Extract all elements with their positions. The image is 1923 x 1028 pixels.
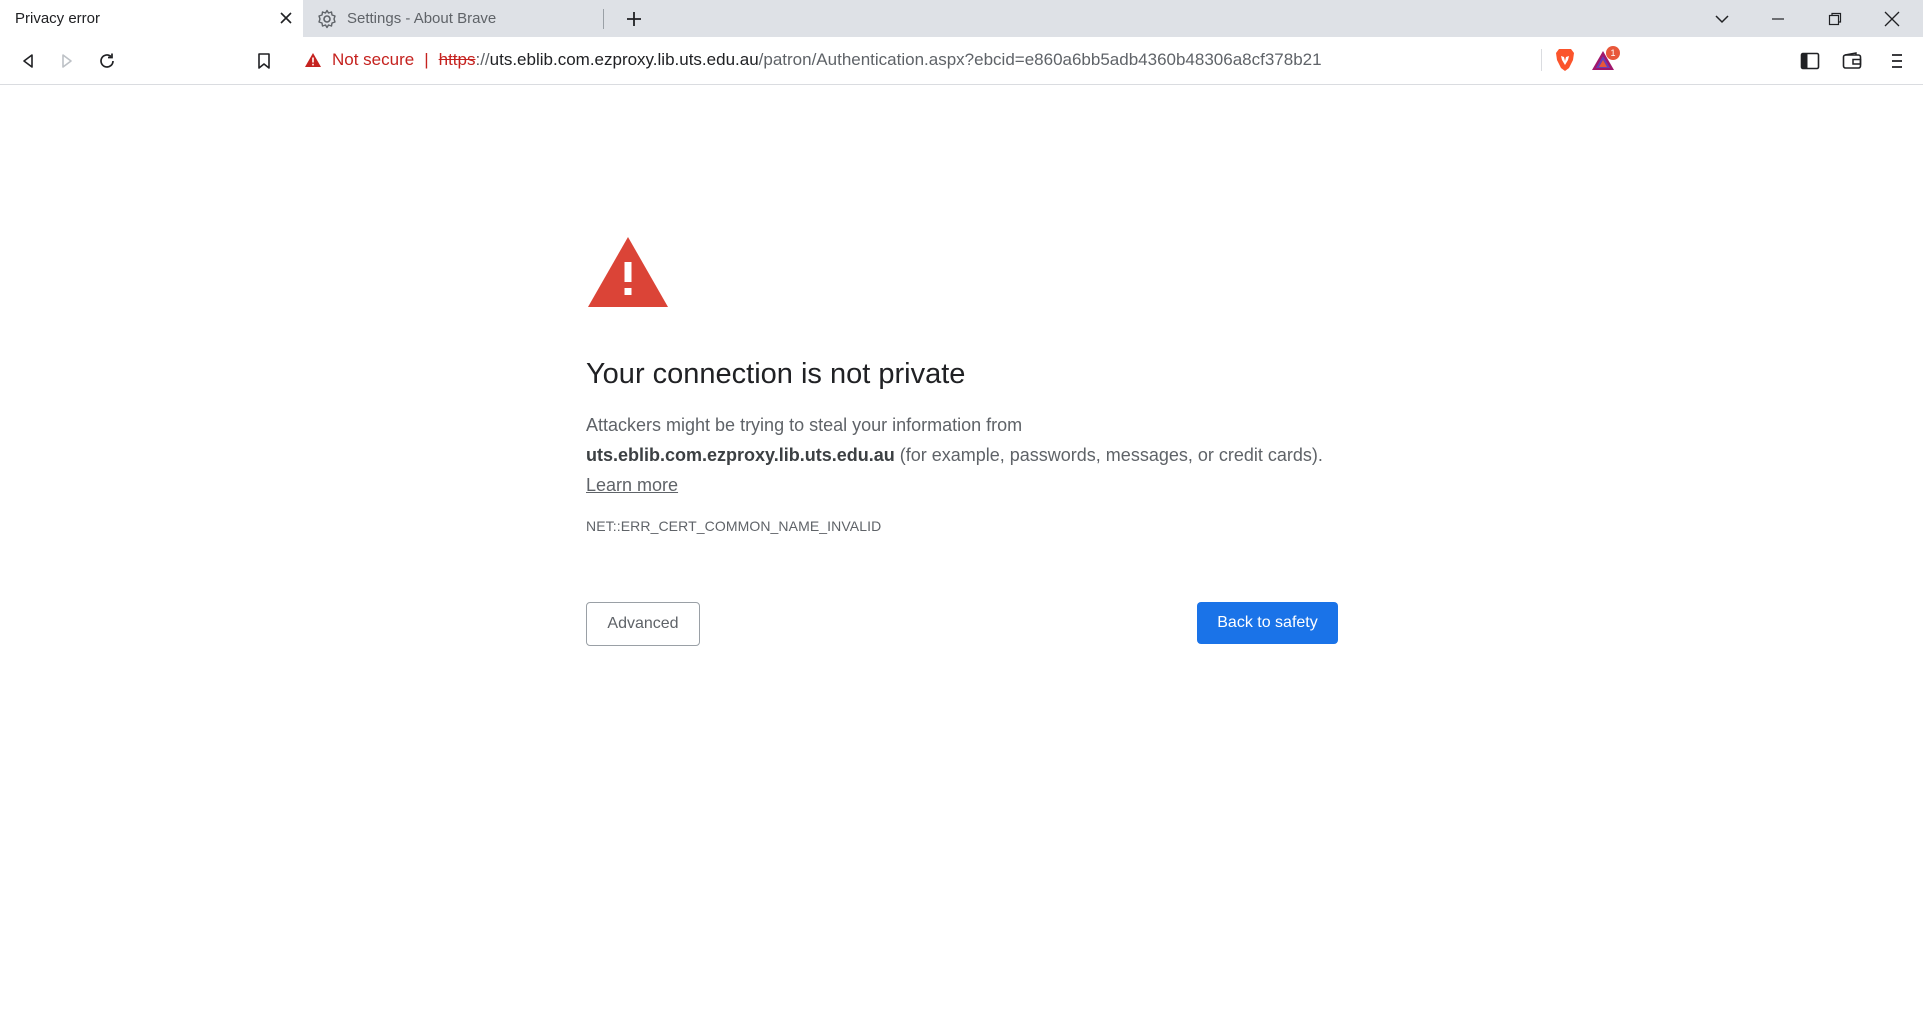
brave-shields-button[interactable] bbox=[1552, 47, 1578, 73]
site-hostname: uts.eblib.com.ezproxy.lib.uts.edu.au bbox=[586, 445, 895, 465]
url-scheme: https bbox=[438, 50, 476, 69]
forward-button[interactable] bbox=[52, 46, 82, 76]
address-bar-divider bbox=[1541, 49, 1542, 71]
close-window-button[interactable] bbox=[1869, 0, 1915, 37]
browser-toolbar: Not secure | https://uts.eblib.com.ezpro… bbox=[0, 37, 1923, 85]
explanation-prefix: Attackers might be trying to steal your … bbox=[586, 415, 1023, 435]
forward-icon bbox=[62, 54, 72, 68]
explanation-text: Attackers might be trying to steal your … bbox=[586, 410, 1338, 500]
bookmark-button[interactable] bbox=[249, 46, 279, 76]
wallet-icon bbox=[1842, 52, 1862, 69]
minimize-icon bbox=[1772, 17, 1784, 20]
security-separator: | bbox=[424, 50, 429, 69]
warning-icon[interactable] bbox=[304, 51, 322, 69]
learn-more-link[interactable]: Learn more bbox=[586, 475, 678, 495]
address-bar[interactable]: Not secure | https://uts.eblib.com.ezpro… bbox=[292, 43, 1629, 77]
rewards-badge: 1 bbox=[1606, 46, 1620, 60]
reload-button[interactable] bbox=[92, 46, 122, 76]
sidebar-button[interactable] bbox=[1795, 46, 1825, 76]
url-path: /patron/Authentication.aspx?ebcid=e860a6… bbox=[758, 50, 1322, 69]
error-code[interactable]: NET::ERR_CERT_COMMON_NAME_INVALID bbox=[586, 518, 1338, 534]
tab-settings-about-brave[interactable]: Settings - About Brave bbox=[305, 0, 603, 37]
explanation-suffix: (for example, passwords, messages, or cr… bbox=[899, 445, 1323, 465]
hamburger-menu-icon bbox=[1892, 54, 1902, 68]
tab-strip: Privacy error Settings - About Brave bbox=[0, 0, 1923, 37]
new-tab-button[interactable] bbox=[620, 5, 648, 33]
plus-icon bbox=[627, 12, 641, 26]
page-title: Your connection is not private bbox=[586, 358, 966, 390]
menu-button[interactable] bbox=[1881, 46, 1911, 76]
privacy-error-interstitial: Your connection is not private Attackers… bbox=[586, 235, 1338, 646]
security-status-label[interactable]: Not secure bbox=[332, 50, 414, 70]
reload-icon bbox=[100, 53, 114, 68]
brave-lion-icon bbox=[1556, 49, 1574, 71]
close-icon bbox=[1884, 11, 1900, 26]
tab-divider bbox=[603, 9, 604, 29]
gear-icon bbox=[317, 9, 337, 29]
advanced-button[interactable]: Advanced bbox=[586, 602, 700, 646]
wallet-button[interactable] bbox=[1837, 46, 1867, 76]
bookmark-icon bbox=[258, 53, 270, 69]
back-icon bbox=[23, 54, 33, 68]
url-text[interactable]: https://uts.eblib.com.ezproxy.lib.uts.ed… bbox=[439, 50, 1322, 70]
sidebar-icon bbox=[1800, 52, 1820, 70]
chevron-down-icon bbox=[1715, 14, 1729, 23]
tab-search-button[interactable] bbox=[1699, 0, 1745, 37]
url-colon: :// bbox=[475, 50, 490, 69]
brave-rewards-button[interactable]: 1 bbox=[1588, 46, 1622, 74]
tab-privacy-error[interactable]: Privacy error bbox=[0, 0, 303, 37]
minimize-button[interactable] bbox=[1755, 0, 1801, 37]
close-tab-icon[interactable] bbox=[275, 7, 297, 29]
url-host: uts.eblib.com.ezproxy.lib.uts.edu.au bbox=[489, 50, 759, 69]
restore-button[interactable] bbox=[1812, 0, 1858, 37]
back-to-safety-button[interactable]: Back to safety bbox=[1197, 602, 1338, 644]
restore-icon bbox=[1828, 12, 1842, 25]
large-warning-icon bbox=[586, 235, 1338, 314]
tab-title: Settings - About Brave bbox=[347, 10, 497, 27]
tab-title: Privacy error bbox=[15, 10, 101, 27]
action-buttons: Advanced Back to safety bbox=[586, 602, 1338, 646]
back-button[interactable] bbox=[13, 46, 43, 76]
